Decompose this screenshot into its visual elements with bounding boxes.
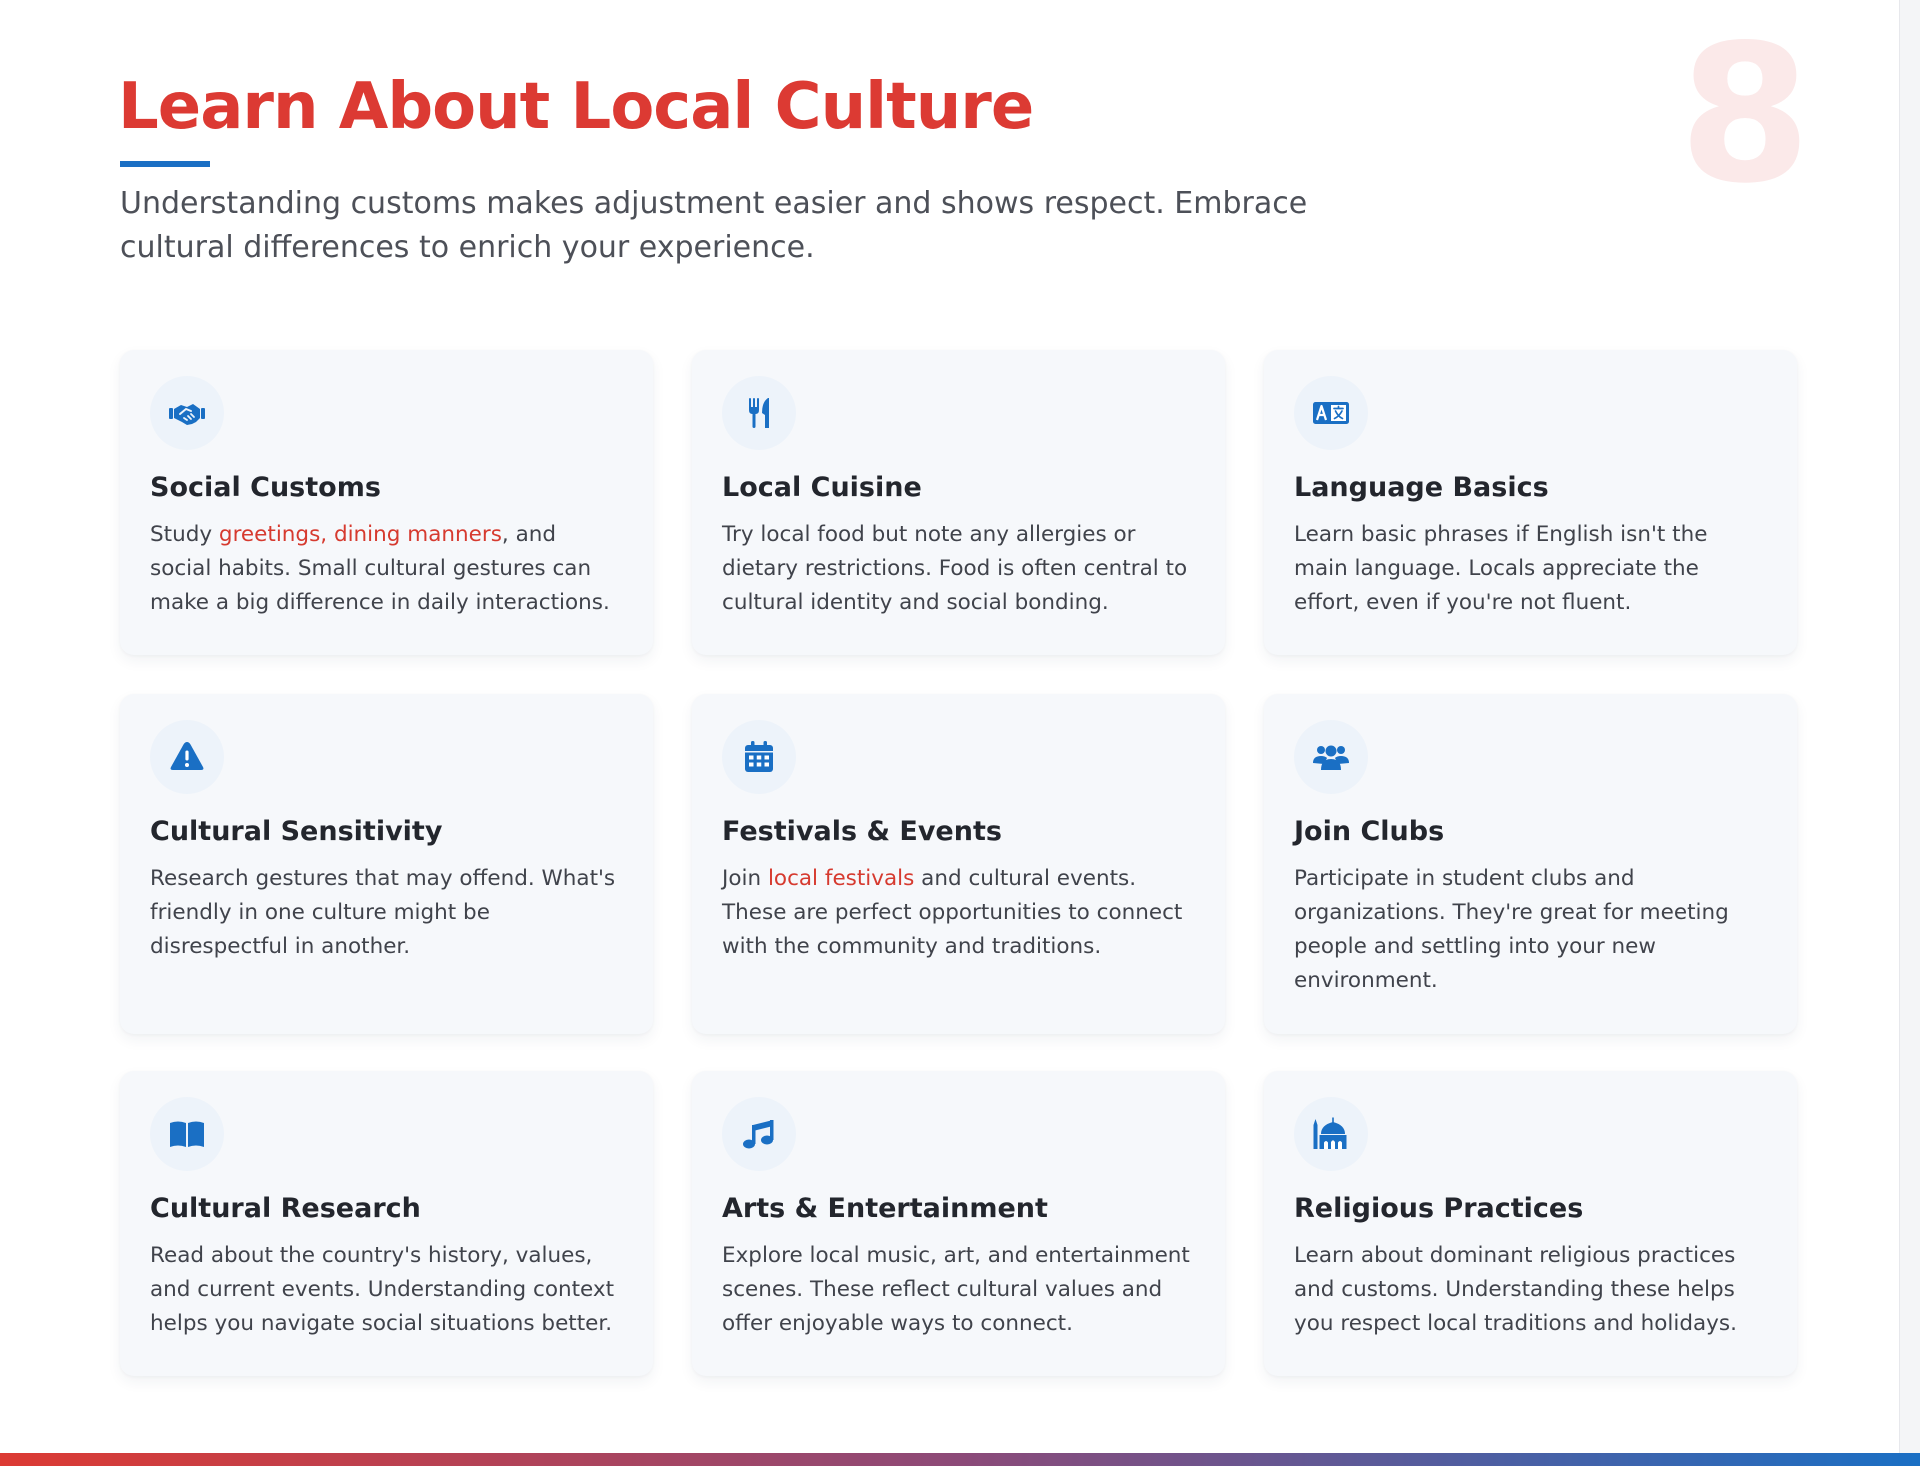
card-title: Arts & Entertainment xyxy=(722,1193,1048,1224)
card-language-basics: Language Basics Learn basic phrases if E… xyxy=(1264,350,1797,655)
card-social-customs: Social Customs Study greetings, dining m… xyxy=(120,350,653,655)
card-title: Cultural Sensitivity xyxy=(150,816,443,847)
bottom-gradient-bar xyxy=(0,1453,1920,1466)
page-subtitle: Understanding customs makes adjustment e… xyxy=(120,186,1308,265)
card-description: Study greetings, dining manners, and soc… xyxy=(150,522,610,616)
open-book-icon xyxy=(150,1097,224,1171)
card-join-clubs: Join Clubs Participate in student clubs … xyxy=(1264,694,1797,1034)
card-title: Join Clubs xyxy=(1294,816,1445,847)
card-cultural-sensitivity: Cultural Sensitivity Research gestures t… xyxy=(120,694,653,1034)
warning-triangle-icon xyxy=(150,720,224,794)
card-description: Learn basic phrases if English isn't the… xyxy=(1294,522,1708,616)
utensils-icon xyxy=(722,376,796,450)
card-title: Language Basics xyxy=(1294,472,1549,503)
card-description: Explore local music, art, and entertainm… xyxy=(722,1243,1190,1337)
handshake-icon xyxy=(150,376,224,450)
card-title: Local Cuisine xyxy=(722,472,922,503)
card-title: Social Customs xyxy=(150,472,381,503)
card-arts-entertainment: Arts & Entertainment Explore local music… xyxy=(692,1071,1225,1376)
card-religious-practices: Religious Practices Learn about dominant… xyxy=(1264,1071,1797,1376)
mosque-icon xyxy=(1294,1097,1368,1171)
card-description: Try local food but note any allergies or… xyxy=(722,522,1188,616)
page-title: Learn About Local Culture xyxy=(118,70,1034,144)
card-description: Participate in student clubs and organiz… xyxy=(1294,866,1729,994)
card-title: Religious Practices xyxy=(1294,1193,1584,1224)
card-description: Read about the country's history, values… xyxy=(150,1243,615,1337)
slide-number: 8 xyxy=(1678,4,1812,225)
users-group-icon xyxy=(1294,720,1368,794)
language-icon xyxy=(1294,376,1368,450)
title-underline xyxy=(120,161,210,167)
card-title: Cultural Research xyxy=(150,1193,421,1224)
card-title: Festivals & Events xyxy=(722,816,1002,847)
scrollbar[interactable] xyxy=(1899,0,1920,1466)
music-note-icon xyxy=(722,1097,796,1171)
calendar-icon xyxy=(722,720,796,794)
card-description: Research gestures that may offend. What'… xyxy=(150,866,616,960)
card-cultural-research: Cultural Research Read about the country… xyxy=(120,1071,653,1376)
highlight-text: greetings, dining manners xyxy=(218,522,502,548)
card-description: Learn about dominant religious practices… xyxy=(1294,1243,1737,1337)
card-local-cuisine: Local Cuisine Try local food but note an… xyxy=(692,350,1225,655)
card-festivals-events: Festivals & Events Join local festivals … xyxy=(692,694,1225,1034)
card-description: Join local festivals and cultural events… xyxy=(722,866,1183,960)
highlight-text: local festivals xyxy=(767,866,915,892)
